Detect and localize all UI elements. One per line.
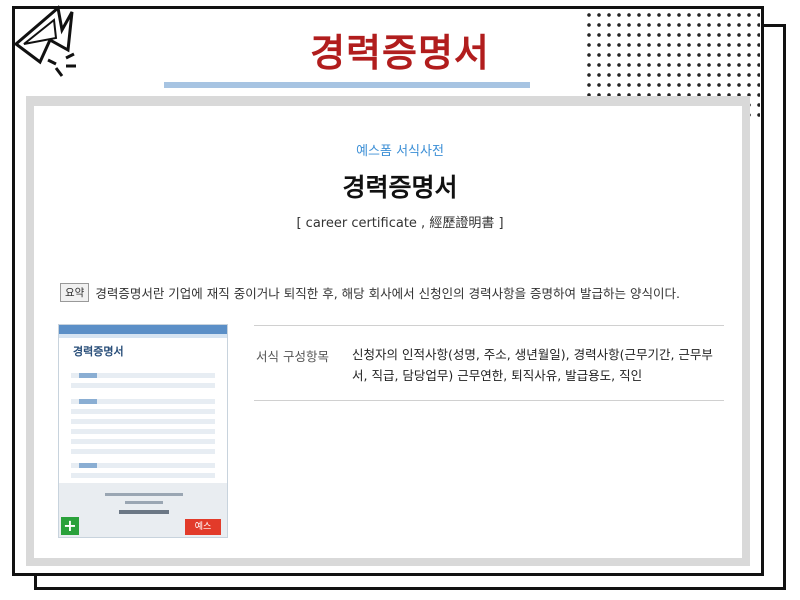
source-link[interactable]: 예스폼 서식사전 [0,140,800,159]
plus-icon[interactable]: + [61,517,79,535]
summary-tag: 요약 [60,283,90,302]
thumbnail-header-band [59,325,227,334]
thumbnail-row [71,409,215,414]
thumbnail-row [71,439,215,444]
thumbnail-logo-badge: 예스 [185,519,221,535]
title-underline [164,82,530,88]
document-subtitle: [ career certificate , 經歷證明書 ] [296,216,504,231]
form-thumbnail[interactable]: 경력증명서 + 예스 [58,324,228,538]
page-title: 경력증명서 [310,31,490,75]
thumbnail-row [71,449,215,454]
thumbnail-footer-line [119,510,169,514]
thumbnail-footer-line [125,501,163,504]
thumbnail-header-stripe [59,334,227,338]
divider-top [254,325,724,326]
thumbnail-row-label [79,373,97,378]
composition-label: 서식 구성항목 [256,349,329,364]
thumbnail-row [71,473,215,478]
thumbnail-row-label [79,399,97,404]
thumbnail-title: 경력증명서 [73,345,124,358]
thumbnail-row [71,429,215,434]
thumbnail-row-label [79,463,97,468]
composition-value: 신청자의 인적사항(성명, 주소, 생년월일), 경력사항(근무기간, 근무부서… [352,347,713,383]
summary: 요약 경력증명서란 기업에 재직 중이거나 퇴직한 후, 해당 회사에서 신청인… [60,283,680,302]
document-title: 경력증명서 [342,173,458,202]
thumbnail-row [71,419,215,424]
thumbnail-footer-line [105,493,183,496]
divider-bottom [254,400,724,401]
thumbnail-row [71,383,215,388]
summary-text: 경력증명서란 기업에 재직 중이거나 퇴직한 후, 해당 회사에서 신청인의 경… [95,286,680,301]
